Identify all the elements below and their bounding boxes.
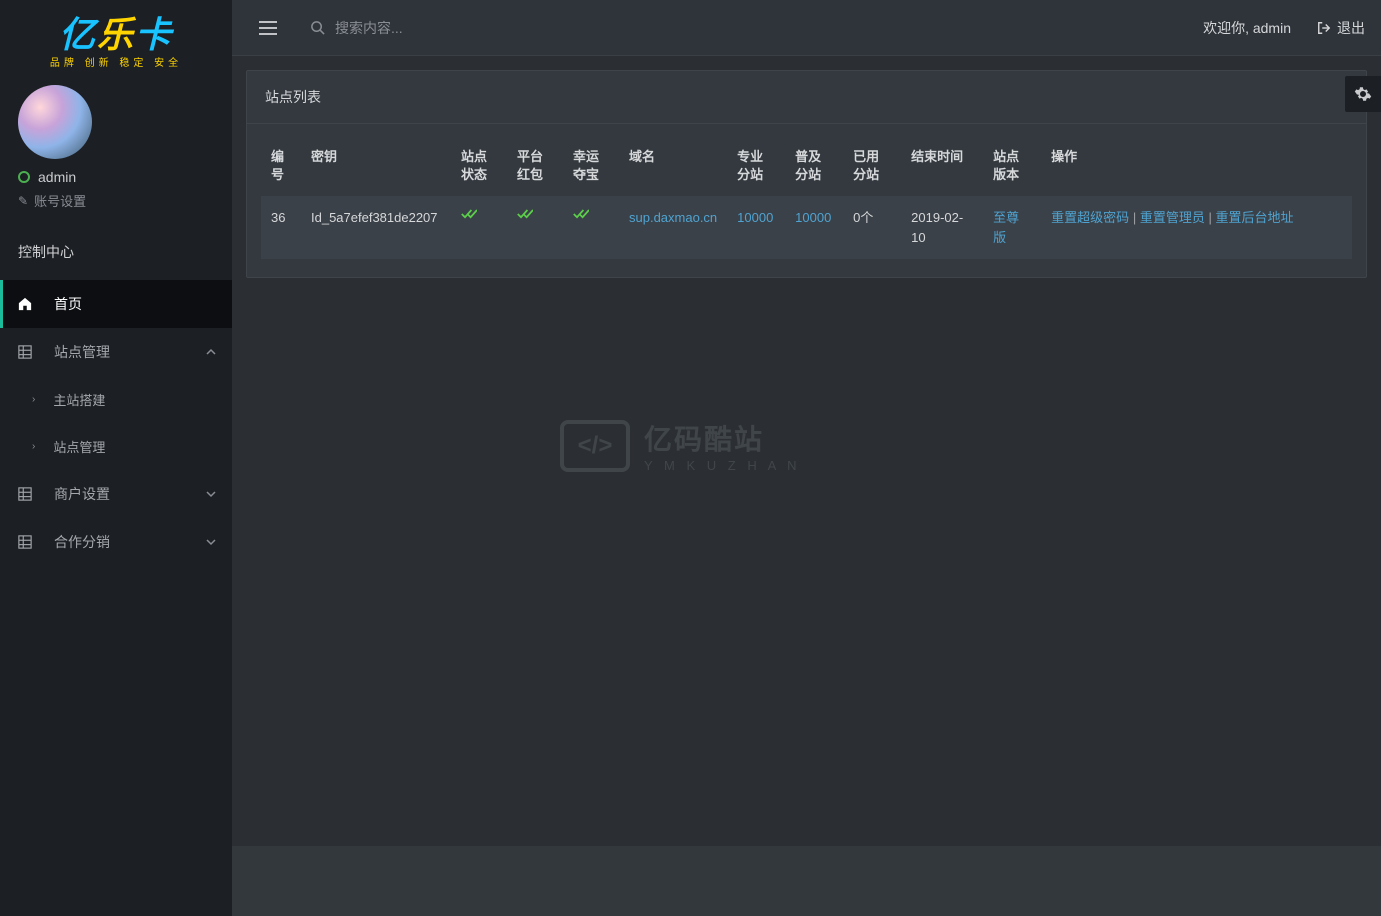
table-row: 36 Id_5a7efef381de2207 sup.daxmao.cn 100… (261, 196, 1352, 259)
site-table: 编号 密钥 站点状态 平台红包 幸运夺宝 域名 专业分站 普及分站 已用分站 结… (261, 136, 1352, 259)
main-content: 站点列表 编号 密钥 站点状态 平台红包 幸运夺宝 域名 专业分站 普及分站 (232, 56, 1381, 916)
nav-sub-site-build[interactable]: › 主站搭建 (0, 376, 232, 423)
nav-site-mgmt-label: 站点管理 (54, 342, 110, 362)
cell-domain: sup.daxmao.cn (619, 196, 727, 259)
nav-sub-site-manage-label: 站点管理 (53, 437, 105, 456)
search-box (310, 20, 1203, 36)
cell-lucky (563, 196, 619, 259)
reset-pwd-link[interactable]: 重置超级密码 (1051, 210, 1129, 225)
nav-home-label: 首页 (54, 294, 82, 314)
cell-pro: 10000 (727, 196, 785, 259)
reset-admin-link[interactable]: 重置管理员 (1140, 210, 1205, 225)
th-domain: 域名 (619, 136, 727, 196)
chevron-down-icon (206, 537, 216, 547)
th-key: 密钥 (301, 136, 451, 196)
gear-icon (1354, 85, 1372, 103)
chevron-right-icon: › (32, 394, 35, 405)
search-input[interactable] (335, 20, 595, 36)
sidebar: 亿乐卡 品牌 创新 稳定 安全 admin ✎ 账号设置 控制中心 首页 站点管… (0, 0, 232, 916)
nav-merchant[interactable]: 商户设置 (0, 470, 232, 518)
th-pop: 普及分站 (785, 136, 843, 196)
panel-body: 编号 密钥 站点状态 平台红包 幸运夺宝 域名 专业分站 普及分站 已用分站 结… (247, 124, 1366, 277)
th-redpack: 平台红包 (507, 136, 563, 196)
menu-icon (259, 21, 277, 35)
nav-partner[interactable]: 合作分销 (0, 518, 232, 566)
logo: 亿乐卡 品牌 创新 稳定 安全 (0, 0, 232, 75)
grid-icon (18, 487, 40, 501)
th-end: 结束时间 (901, 136, 983, 196)
topbar-right: 欢迎你, admin 退出 (1203, 18, 1365, 38)
site-list-panel: 站点列表 编号 密钥 站点状态 平台红包 幸运夺宝 域名 专业分站 普及分站 (246, 70, 1367, 278)
nav-merchant-label: 商户设置 (54, 484, 110, 504)
th-status: 站点状态 (451, 136, 507, 196)
th-used: 已用分站 (843, 136, 901, 196)
grid-icon (18, 345, 40, 359)
th-ops: 操作 (1041, 136, 1352, 196)
search-icon (310, 20, 325, 35)
cell-ops: 重置超级密码 | 重置管理员 | 重置后台地址 (1041, 196, 1352, 259)
menu-toggle-button[interactable] (248, 8, 288, 48)
cell-used: 0个 (843, 196, 901, 259)
version-link[interactable]: 至尊版 (993, 210, 1019, 245)
check-icon (461, 208, 497, 220)
chevron-right-icon: › (32, 441, 35, 452)
logo-tagline: 品牌 创新 稳定 安全 (50, 54, 182, 69)
table-header-row: 编号 密钥 站点状态 平台红包 幸运夺宝 域名 专业分站 普及分站 已用分站 结… (261, 136, 1352, 196)
grid-icon (18, 535, 40, 549)
cell-end: 2019-02-10 (901, 196, 983, 259)
account-settings-link[interactable]: ✎ 账号设置 (18, 191, 214, 210)
topbar: 欢迎你, admin 退出 (232, 0, 1381, 56)
nav-home[interactable]: 首页 (0, 280, 232, 328)
logout-label: 退出 (1337, 18, 1365, 38)
pro-link[interactable]: 10000 (737, 210, 773, 225)
domain-link[interactable]: sup.daxmao.cn (629, 210, 717, 225)
cell-id: 36 (261, 196, 301, 259)
check-icon (517, 208, 553, 220)
logout-button[interactable]: 退出 (1317, 18, 1365, 38)
logo-text: 亿乐卡 (59, 6, 173, 58)
nav-sub-site-manage[interactable]: › 站点管理 (0, 423, 232, 470)
profile-block: admin ✎ 账号设置 (0, 75, 232, 224)
th-lucky: 幸运夺宝 (563, 136, 619, 196)
th-id: 编号 (261, 136, 301, 196)
separator: | (1133, 210, 1140, 225)
panel-title: 站点列表 (247, 71, 1366, 124)
th-ver: 站点版本 (983, 136, 1041, 196)
welcome-text: 欢迎你, admin (1203, 18, 1291, 38)
nav-site-mgmt[interactable]: 站点管理 (0, 328, 232, 376)
cell-status (451, 196, 507, 259)
account-settings-label: 账号设置 (34, 191, 86, 210)
logout-icon (1317, 21, 1331, 35)
check-icon (573, 208, 609, 220)
pencil-icon: ✎ (18, 194, 28, 208)
cell-pop: 10000 (785, 196, 843, 259)
status-dot-icon (18, 171, 30, 183)
nav-sub-site-build-label: 主站搭建 (53, 390, 105, 409)
th-pro: 专业分站 (727, 136, 785, 196)
settings-gear-button[interactable] (1345, 76, 1381, 112)
chevron-down-icon (206, 489, 216, 499)
nav-partner-label: 合作分销 (54, 532, 110, 552)
cell-redpack (507, 196, 563, 259)
home-icon (18, 297, 40, 311)
cell-ver: 至尊版 (983, 196, 1041, 259)
chevron-up-icon (206, 347, 216, 357)
footer-bar (232, 846, 1381, 916)
avatar (18, 85, 92, 159)
cell-key: Id_5a7efef381de2207 (301, 196, 451, 259)
nav-section-title: 控制中心 (0, 224, 232, 280)
user-name-line: admin (18, 169, 214, 185)
user-name: admin (38, 169, 76, 185)
pop-link[interactable]: 10000 (795, 210, 831, 225)
reset-backend-link[interactable]: 重置后台地址 (1215, 210, 1293, 225)
